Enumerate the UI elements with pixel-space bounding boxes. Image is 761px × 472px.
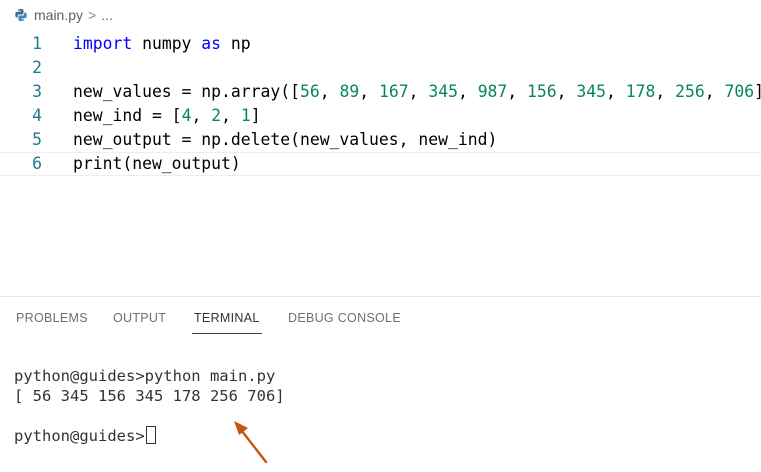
code-number: 345 xyxy=(576,82,607,101)
breadcrumb-more[interactable]: ... xyxy=(101,7,113,23)
line-number: 4 xyxy=(32,106,42,125)
code-token: , xyxy=(606,82,626,101)
code-number: 987 xyxy=(477,82,508,101)
code-line[interactable]: 6 print(new_output) xyxy=(0,152,761,176)
code-line[interactable]: 5 new_output = np.delete(new_values, new_… xyxy=(0,128,761,152)
code-text: new_values = np.array([56, 89, 167, 345,… xyxy=(73,80,761,104)
code-token: , xyxy=(507,82,528,101)
code-line[interactable]: 1 import numpy as np xyxy=(0,32,761,56)
line-number: 1 xyxy=(32,34,42,53)
chevron-right-icon: > xyxy=(88,7,97,23)
line-number: 5 xyxy=(32,130,42,149)
code-text: print(new_output) xyxy=(73,153,241,175)
code-token: ] xyxy=(250,106,261,125)
code-token: np xyxy=(221,34,251,53)
code-token: , xyxy=(655,82,676,101)
code-number: 706 xyxy=(724,82,755,101)
code-token: , xyxy=(457,82,478,101)
code-number: 4 xyxy=(181,106,192,125)
terminal-cursor xyxy=(145,426,156,444)
code-token: new_output = np.delete(new_values, new_i… xyxy=(73,130,498,149)
active-tab-indicator xyxy=(192,333,262,334)
terminal-prompt: python@guides> xyxy=(14,427,145,445)
code-token: , xyxy=(556,82,577,101)
code-token: new_values = np.array([ xyxy=(73,82,300,101)
annotation-arrow-icon xyxy=(234,421,268,464)
code-token: , xyxy=(221,106,241,125)
code-keyword: as xyxy=(201,34,222,53)
code-token: ]) xyxy=(754,82,761,101)
code-token: new_ind = [ xyxy=(73,106,182,125)
code-line[interactable]: 3 new_values = np.array([56, 89, 167, 345… xyxy=(0,80,761,104)
code-keyword: import xyxy=(73,34,133,53)
code-number: 2 xyxy=(211,106,222,125)
code-line[interactable]: 4 new_ind = [4, 2, 1] xyxy=(0,104,761,128)
tab-terminal[interactable]: TERMINAL xyxy=(192,311,262,334)
line-number: 3 xyxy=(32,82,42,101)
code-token: , xyxy=(408,82,429,101)
code-token: , xyxy=(704,82,725,101)
python-file-icon xyxy=(15,8,27,22)
code-token: numpy xyxy=(132,34,202,53)
line-number: 2 xyxy=(32,58,42,77)
code-token: , xyxy=(359,82,379,101)
code-text: new_ind = [4, 2, 1] xyxy=(73,104,261,128)
breadcrumb-file[interactable]: main.py xyxy=(34,7,83,23)
terminal-command-line: python@guides>python main.py xyxy=(14,367,276,385)
code-number: 156 xyxy=(527,82,557,101)
tab-output[interactable]: OUTPUT xyxy=(113,311,166,325)
tab-debug-console[interactable]: DEBUG CONSOLE xyxy=(288,311,401,325)
code-number: 56 xyxy=(299,82,320,101)
code-text: new_output = np.delete(new_values, new_i… xyxy=(73,128,497,152)
code-number: 1 xyxy=(240,106,251,125)
code-number: 345 xyxy=(428,82,458,101)
code-number: 89 xyxy=(339,82,360,101)
line-number: 6 xyxy=(32,154,42,173)
code-number: 178 xyxy=(625,82,656,101)
terminal-output-line: [ 56 345 156 345 178 256 706] xyxy=(14,387,285,405)
code-token: , xyxy=(191,106,212,125)
code-number: 256 xyxy=(675,82,705,101)
tab-problems[interactable]: PROBLEMS xyxy=(16,311,88,325)
breadcrumb: main.py > ... xyxy=(0,0,761,30)
code-token: , xyxy=(319,82,340,101)
terminal-prompt-line[interactable]: python@guides> xyxy=(14,426,156,445)
code-token: print(new_output) xyxy=(73,154,241,173)
code-text: import numpy as np xyxy=(73,32,251,56)
code-line[interactable]: 2 xyxy=(0,56,761,80)
code-number: 167 xyxy=(378,82,409,101)
